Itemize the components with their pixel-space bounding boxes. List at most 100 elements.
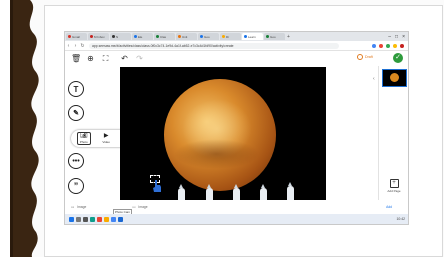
- search-icon[interactable]: [76, 216, 81, 222]
- browser-tab[interactable]: Goo: [198, 33, 219, 40]
- start-icon[interactable]: [69, 216, 74, 222]
- browser-tab[interactable]: Dr: [220, 33, 241, 40]
- tab-favicon-icon: [244, 35, 247, 38]
- browser-tab[interactable]: Ele: [132, 33, 153, 40]
- crayon-marker: [178, 184, 185, 200]
- back-icon[interactable]: ‹: [65, 43, 72, 49]
- media-photo-button[interactable]: 📷︎ Photo: [76, 132, 91, 145]
- taskview-icon[interactable]: [83, 216, 88, 222]
- extension-icon[interactable]: [393, 43, 397, 48]
- media-video-button[interactable]: ▶ Video: [102, 133, 110, 144]
- tab-favicon-icon: [112, 35, 115, 38]
- status-mid-icon: ▭: [132, 205, 136, 209]
- undo-icon[interactable]: ↶: [120, 54, 129, 63]
- done-button[interactable]: ✓: [393, 53, 403, 63]
- page-thumbnail[interactable]: [382, 69, 407, 87]
- maximize-icon[interactable]: □: [395, 34, 398, 40]
- address-bar-row: ‹ › ↻ app.seesaw.me/#/activities/class/c…: [65, 41, 408, 51]
- quote-tool-button[interactable]: ”: [69, 179, 83, 193]
- planet-shadow: [174, 139, 259, 169]
- browser-window: Gmail M Inbox N Ele Clas Unit Goo Dr Learn Goo + – □…: [65, 32, 408, 224]
- tab-label: N: [116, 34, 119, 39]
- tab-label: Dr: [226, 34, 230, 39]
- text-tool-button[interactable]: T: [69, 82, 83, 96]
- browser-tab[interactable]: N: [110, 33, 131, 40]
- trash-icon[interactable]: 🗑: [71, 54, 81, 63]
- add-page-icon: +: [389, 179, 399, 188]
- tab-favicon-icon: [178, 35, 181, 38]
- pencil-icon: ✎: [73, 110, 79, 117]
- forward-icon[interactable]: ›: [72, 43, 79, 49]
- tab-favicon-icon: [266, 35, 269, 38]
- tab-favicon-icon: [90, 35, 93, 38]
- more-tools-button[interactable]: •••: [69, 154, 83, 168]
- browser-tab[interactable]: Goo: [264, 33, 285, 40]
- reload-icon[interactable]: ↻: [79, 43, 86, 49]
- extension-icon[interactable]: [372, 43, 376, 48]
- browser-tab[interactable]: Learn: [242, 33, 263, 40]
- extension-icon[interactable]: [379, 43, 383, 48]
- media-photo-label: Photo: [79, 140, 88, 144]
- close-icon[interactable]: ×: [402, 34, 405, 40]
- add-page-label: Add Page: [387, 189, 401, 193]
- taskbar: 10:42: [65, 214, 408, 224]
- tab-favicon-icon: [68, 35, 71, 38]
- profile-avatar[interactable]: [400, 43, 404, 48]
- store-icon[interactable]: [111, 216, 116, 222]
- tab-label: Goo: [270, 34, 276, 39]
- tab-label: Unit: [182, 34, 188, 39]
- tab-label: Goo: [204, 34, 210, 39]
- draft-status[interactable]: Draft: [357, 54, 373, 60]
- crayon-marker: [233, 184, 240, 200]
- extension-icon[interactable]: [386, 43, 390, 48]
- crop-icon[interactable]: ⛶: [101, 54, 110, 64]
- media-video-label: Video: [102, 140, 110, 144]
- tab-label: M Inbox: [94, 34, 105, 39]
- ellipsis-icon: •••: [72, 157, 80, 165]
- tab-favicon-icon: [156, 35, 159, 38]
- status-right-text[interactable]: Add: [386, 205, 392, 209]
- tab-label: Gmail: [72, 34, 80, 39]
- explorer-icon[interactable]: [104, 216, 109, 222]
- draft-label: Draft: [365, 55, 373, 59]
- checkmark-icon: ✓: [395, 54, 401, 61]
- tab-label: Clas: [160, 34, 167, 39]
- tab-bar: Gmail M Inbox N Ele Clas Unit Goo Dr Learn Goo + – □…: [65, 32, 408, 41]
- browser-tab[interactable]: Clas: [154, 33, 175, 40]
- tab-label: Ele: [138, 34, 143, 39]
- redo-icon[interactable]: ↷: [135, 54, 144, 63]
- tab-favicon-icon: [134, 35, 137, 38]
- pencil-tool-button[interactable]: ✎: [69, 106, 83, 120]
- minimize-icon[interactable]: –: [388, 34, 391, 40]
- mail-icon[interactable]: [118, 216, 123, 222]
- edge-icon[interactable]: [90, 216, 95, 222]
- crayon-marker: [206, 184, 213, 200]
- status-left-text: Image: [77, 205, 87, 209]
- extension-icons: [372, 43, 408, 48]
- hand-cursor-icon: [153, 180, 161, 192]
- crayon-marker: [260, 184, 267, 200]
- chrome-icon[interactable]: [97, 216, 102, 222]
- venus-image[interactable]: [164, 79, 276, 191]
- draft-icon: [357, 54, 363, 60]
- browser-tab[interactable]: Unit: [176, 33, 197, 40]
- browser-tab[interactable]: Gmail: [66, 33, 87, 40]
- crayon-marker: [287, 182, 294, 200]
- thumbnail-planet: [390, 73, 399, 82]
- zoom-in-icon[interactable]: ⊕: [86, 54, 95, 63]
- pages-panel: + Add Page: [378, 66, 408, 200]
- window-controls: – □ ×: [388, 34, 408, 40]
- camera-icon: 📷︎: [79, 133, 88, 139]
- status-mid-text: Image: [138, 205, 148, 209]
- status-left-icon: ▭: [71, 205, 75, 209]
- video-icon: ▶: [103, 133, 109, 139]
- new-tab-button[interactable]: +: [287, 34, 290, 40]
- text-tool-label: T: [73, 84, 79, 94]
- collapse-panel-icon[interactable]: ‹: [373, 76, 375, 82]
- browser-tab[interactable]: M Inbox: [88, 33, 109, 40]
- url-field[interactable]: app.seesaw.me/#/activities/class/class.0…: [89, 42, 339, 49]
- tab-label: Learn: [248, 34, 256, 39]
- add-page-button[interactable]: + Add Page: [379, 179, 408, 193]
- clock[interactable]: 10:42: [397, 217, 409, 221]
- drawing-canvas[interactable]: [120, 67, 326, 200]
